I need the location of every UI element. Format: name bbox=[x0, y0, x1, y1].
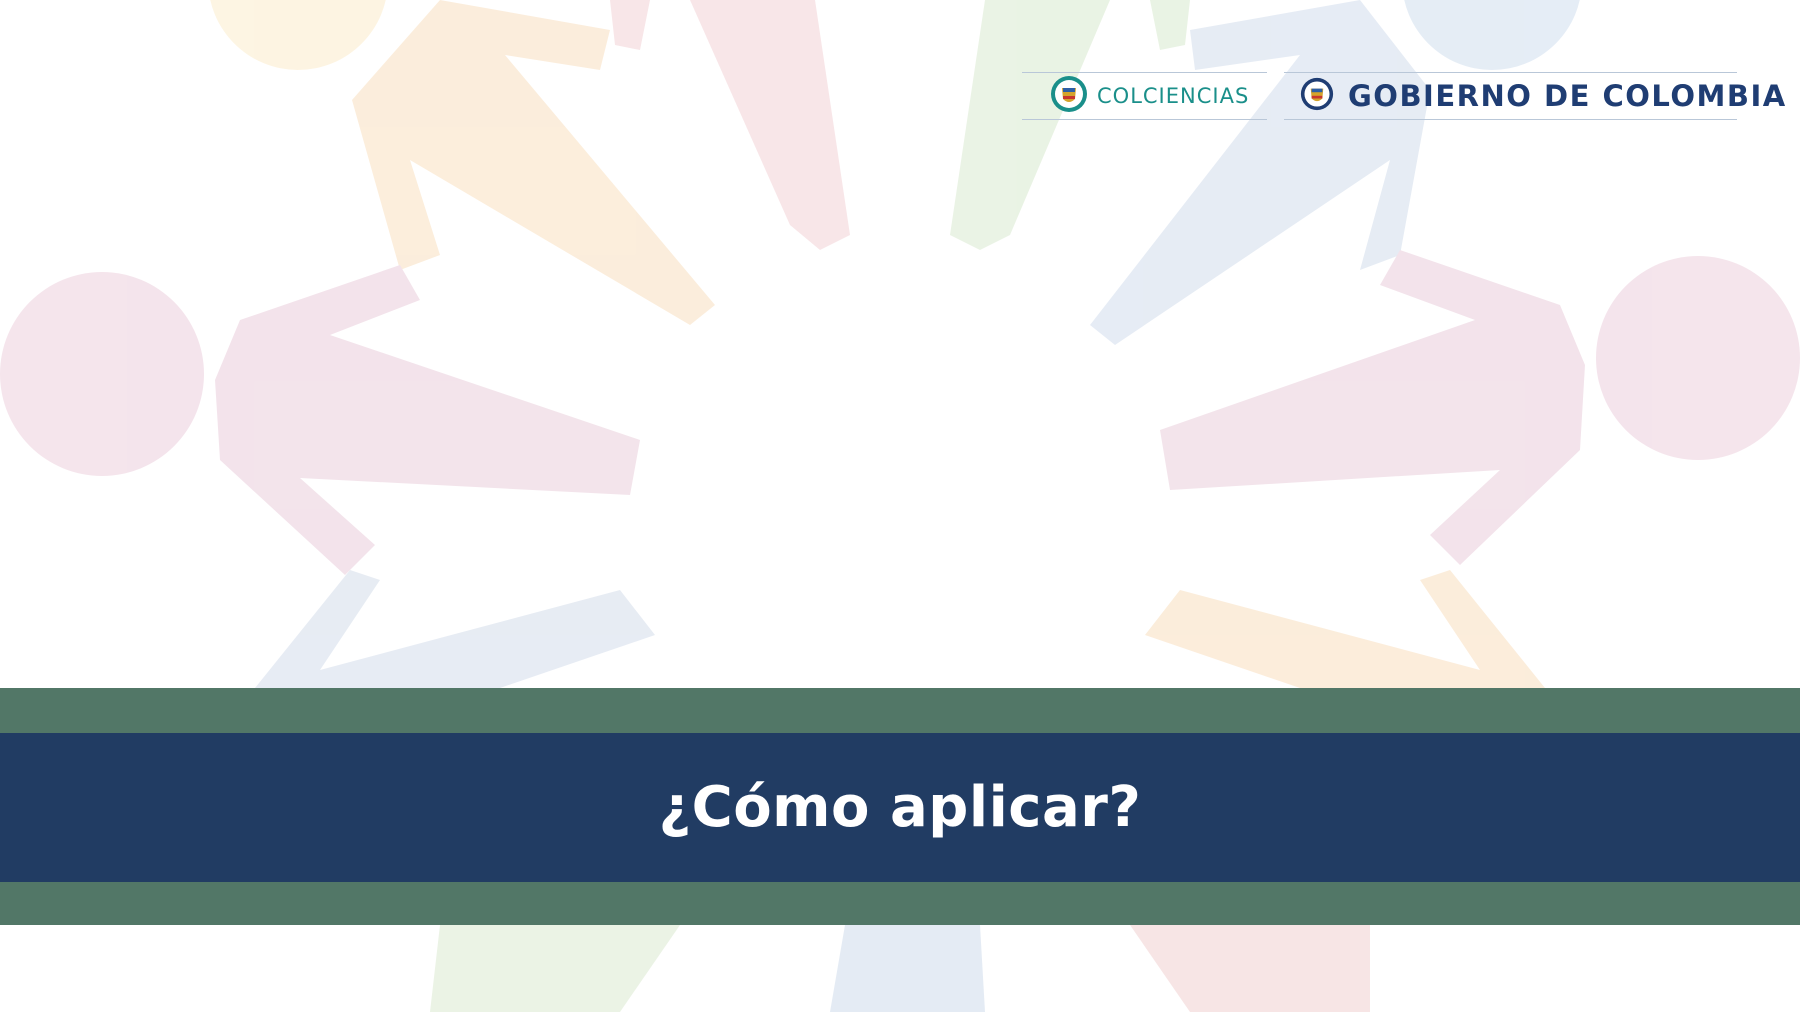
figure-arm bbox=[1090, 0, 1430, 345]
figure-arm bbox=[1150, 0, 1190, 50]
presentation-slide: COLCIENCIAS GOBIERNO DE COLOMBIA ¿Cómo a… bbox=[0, 0, 1800, 1012]
colombia-seal-icon bbox=[1050, 75, 1088, 118]
slide-title: ¿Cómo aplicar? bbox=[658, 775, 1142, 840]
colciencias-logo-text: COLCIENCIAS bbox=[1097, 84, 1250, 108]
figure-arm bbox=[690, 0, 850, 250]
figure-arm bbox=[352, 0, 715, 325]
figure-head bbox=[0, 272, 204, 476]
figure-head bbox=[210, 0, 386, 70]
title-band: ¿Cómo aplicar? bbox=[0, 733, 1800, 882]
figure-body bbox=[215, 265, 640, 575]
figure-arm bbox=[950, 0, 1110, 250]
figure-arm bbox=[255, 570, 655, 688]
gobierno-logo-text: GOBIERNO DE COLOMBIA bbox=[1348, 79, 1787, 113]
gobierno-de-colombia-logo: GOBIERNO DE COLOMBIA bbox=[1284, 72, 1785, 120]
figure-head bbox=[1596, 256, 1800, 460]
colciencias-logo: COLCIENCIAS bbox=[1022, 72, 1267, 120]
figure-arm bbox=[610, 0, 650, 50]
figure-body bbox=[1160, 250, 1585, 565]
figure-head bbox=[1404, 0, 1580, 70]
colombia-seal-icon bbox=[1300, 77, 1334, 116]
figure-arm bbox=[1145, 570, 1545, 688]
figure-arm bbox=[430, 925, 680, 1012]
figure-arm bbox=[1130, 925, 1370, 1012]
figure-arm bbox=[830, 925, 985, 1012]
